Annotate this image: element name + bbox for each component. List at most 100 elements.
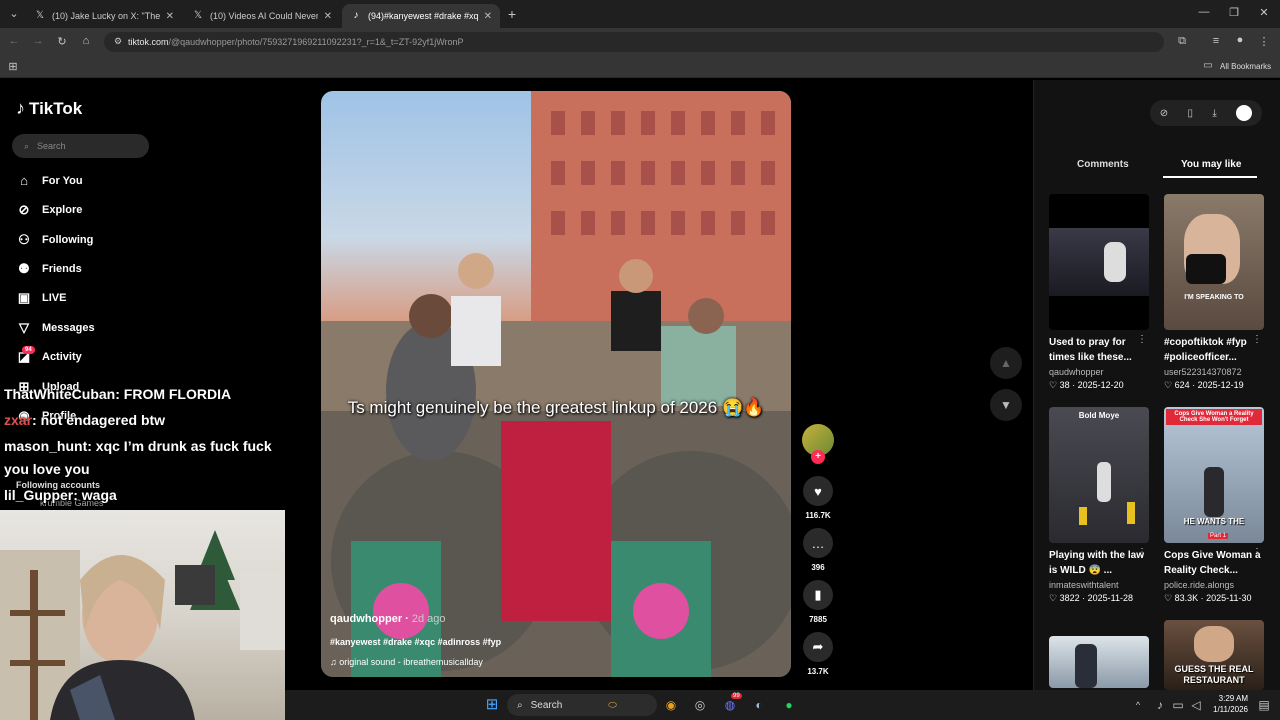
- messages-icon: ▽: [19, 320, 29, 335]
- tab-search-icon[interactable]: ⌄: [6, 7, 22, 20]
- post-author[interactable]: qaudwhopper · 2d ago: [330, 613, 446, 625]
- video-thumbnail[interactable]: Cops Give Woman a Reality Check She Won'…: [1164, 407, 1264, 543]
- music-note-icon: ♫: [330, 657, 337, 667]
- microphone-icon[interactable]: ♪: [1150, 695, 1170, 715]
- more-options-icon[interactable]: ⋮: [1252, 547, 1262, 558]
- home-button-icon[interactable]: ⌂: [78, 35, 94, 47]
- spotify-icon[interactable]: ●: [779, 695, 799, 715]
- more-options-icon[interactable]: ⋮: [1137, 334, 1147, 345]
- search-input[interactable]: ⌕ Search: [12, 134, 149, 158]
- comment-button[interactable]: … 396: [802, 528, 834, 572]
- share-button[interactable]: ➦ 13.7K: [802, 632, 834, 676]
- suggested-video-card[interactable]: GUESS THE REAL RESTAURANT: [1164, 620, 1264, 690]
- notification-icon[interactable]: ▤: [1254, 695, 1274, 715]
- apps-grid-icon[interactable]: ⊞: [5, 60, 21, 73]
- forward-icon[interactable]: →: [30, 35, 46, 47]
- more-options-icon[interactable]: ⋮: [1252, 334, 1262, 345]
- folder-icon: ▭: [1203, 60, 1213, 71]
- search-icon: ⌕: [517, 699, 523, 711]
- chrome-icon[interactable]: ◉: [661, 695, 681, 715]
- post-sound[interactable]: ♫ original sound - ibreathemusicallday: [330, 657, 483, 667]
- video-thumbnail[interactable]: Bold Moye: [1049, 407, 1149, 543]
- tiktok-logo[interactable]: ♪ TikTok: [16, 98, 82, 119]
- heart-outline-icon: ♡: [1164, 380, 1173, 390]
- profile-avatar-icon[interactable]: ●: [1232, 34, 1248, 46]
- search-icon: ⌕: [24, 140, 30, 151]
- heart-outline-icon: ♡: [1049, 380, 1058, 390]
- minimize-icon[interactable]: —: [1196, 6, 1212, 18]
- download-icon[interactable]: ⤓: [1212, 108, 1216, 119]
- restore-icon[interactable]: ❐: [1226, 6, 1242, 19]
- suggested-video-card[interactable]: [1049, 636, 1149, 688]
- bookmarks-bar: ⊞ ▭ All Bookmarks: [0, 56, 1280, 78]
- nav-for-you[interactable]: ⌂ For You: [16, 173, 82, 188]
- save-button[interactable]: ▮ 7885: [802, 580, 834, 624]
- tab-comments[interactable]: Comments: [1077, 159, 1129, 170]
- nav-following[interactable]: ⚇ Following: [16, 232, 93, 248]
- chat-line: mason_hunt: xqc I’m drunk as fuck fuck: [4, 438, 272, 454]
- chevron-up-icon: ▲: [1000, 356, 1012, 370]
- new-tab-icon[interactable]: +: [504, 6, 520, 22]
- close-tab-icon[interactable]: ✕: [484, 11, 492, 22]
- reload-icon[interactable]: ↻: [54, 35, 70, 48]
- suggested-video-card[interactable]: Used to pray for times like these... qau…: [1049, 194, 1149, 391]
- friends-icon: ⚉: [18, 261, 30, 276]
- all-bookmarks-link[interactable]: All Bookmarks: [1220, 62, 1271, 71]
- webcam-scene: [0, 530, 285, 720]
- nav-friends[interactable]: ⚉ Friends: [16, 261, 82, 277]
- tab-you-may-like[interactable]: You may like: [1181, 159, 1241, 170]
- x-logo-icon: 𝕏: [193, 10, 203, 21]
- close-tab-icon[interactable]: ✕: [324, 11, 332, 22]
- video-thumbnail[interactable]: [1049, 636, 1149, 688]
- suggested-video-card[interactable]: I'M SPEAKING TO #copoftiktok #fyp #polic…: [1164, 194, 1264, 391]
- tray-chevron-icon[interactable]: ^: [1128, 695, 1148, 715]
- next-post-button[interactable]: ▼: [990, 389, 1022, 421]
- reading-list-icon[interactable]: ≡: [1208, 35, 1224, 47]
- url-bar[interactable]: ⚙ tiktok.com/@qaudwhopper/photo/75932719…: [104, 32, 1164, 52]
- toggle-icon[interactable]: [1236, 105, 1253, 121]
- post-tools-bar: ⊘ ▯ ⤓: [1150, 100, 1262, 126]
- suggested-video-card[interactable]: Cops Give Woman a Reality Check She Won'…: [1164, 407, 1264, 604]
- previous-post-button[interactable]: ▲: [990, 347, 1022, 379]
- post-scene: [321, 91, 791, 677]
- url-path: /@qaudwhopper/photo/7593271969211092231?…: [168, 37, 464, 47]
- bookmark-icon: ▮: [803, 580, 833, 610]
- steam-icon[interactable]: ◐: [749, 695, 769, 715]
- share-icon: ➦: [803, 632, 833, 662]
- compass-small-icon[interactable]: ⊘: [1160, 108, 1168, 119]
- follow-plus-icon[interactable]: +: [811, 450, 825, 464]
- system-clock[interactable]: 3:29 AM 1/11/2026: [1190, 693, 1248, 715]
- browser-tab-2[interactable]: 𝕏 (10) Videos AI Could Never Rep ✕: [184, 4, 340, 28]
- nav-messages[interactable]: ▽ Messages: [16, 320, 95, 336]
- heart-outline-icon: ♡: [1049, 593, 1058, 603]
- video-thumbnail[interactable]: [1049, 194, 1149, 330]
- like-button[interactable]: ♥ 116.7K: [802, 476, 834, 520]
- x-logo-icon: 𝕏: [35, 10, 45, 21]
- video-thumbnail[interactable]: GUESS THE REAL RESTAURANT: [1164, 620, 1264, 690]
- url-host: tiktok.com: [128, 37, 169, 47]
- video-thumbnail[interactable]: I'M SPEAKING TO: [1164, 194, 1264, 330]
- tiktok-note-icon: ♪: [16, 98, 25, 118]
- network-icon[interactable]: ▭: [1168, 695, 1188, 715]
- heart-icon: ♥: [803, 476, 833, 506]
- more-options-icon[interactable]: ⋮: [1137, 547, 1147, 558]
- post-caption-overlay: Ts might genuinely be the greatest linku…: [347, 398, 765, 417]
- post-hashtags[interactable]: #kanyewest #drake #xqc #adinross #fyp: [330, 637, 501, 647]
- site-info-icon[interactable]: ⚙: [110, 36, 126, 47]
- photo-post-image[interactable]: [321, 91, 791, 677]
- browser-tab-1[interactable]: 𝕏 (10) Jake Lucky on X: "The ARC ✕: [26, 4, 182, 28]
- close-tab-icon[interactable]: ✕: [166, 11, 174, 22]
- app-icon[interactable]: ◎: [690, 695, 710, 715]
- back-icon[interactable]: ←: [6, 35, 22, 47]
- suggested-video-card[interactable]: Bold Moye Playing with the law is WILD 😨…: [1049, 407, 1149, 604]
- menu-dots-icon[interactable]: ⋮: [1256, 35, 1272, 48]
- extensions-icon[interactable]: ⧉: [1174, 35, 1190, 48]
- windows-start-icon[interactable]: ⊞: [482, 695, 502, 715]
- device-icon[interactable]: ▯: [1188, 108, 1194, 119]
- browser-tab-3-active[interactable]: ♪ (94)#kanyewest #drake #xqc ✕: [342, 4, 500, 28]
- close-window-icon[interactable]: ✕: [1256, 6, 1272, 19]
- nav-live[interactable]: ▣ LIVE: [16, 290, 67, 306]
- nav-explore[interactable]: ⊘ Explore: [16, 202, 83, 218]
- discord-badge: 99: [731, 693, 742, 699]
- taskbar-search[interactable]: ⌕ Search ⬭: [507, 694, 657, 716]
